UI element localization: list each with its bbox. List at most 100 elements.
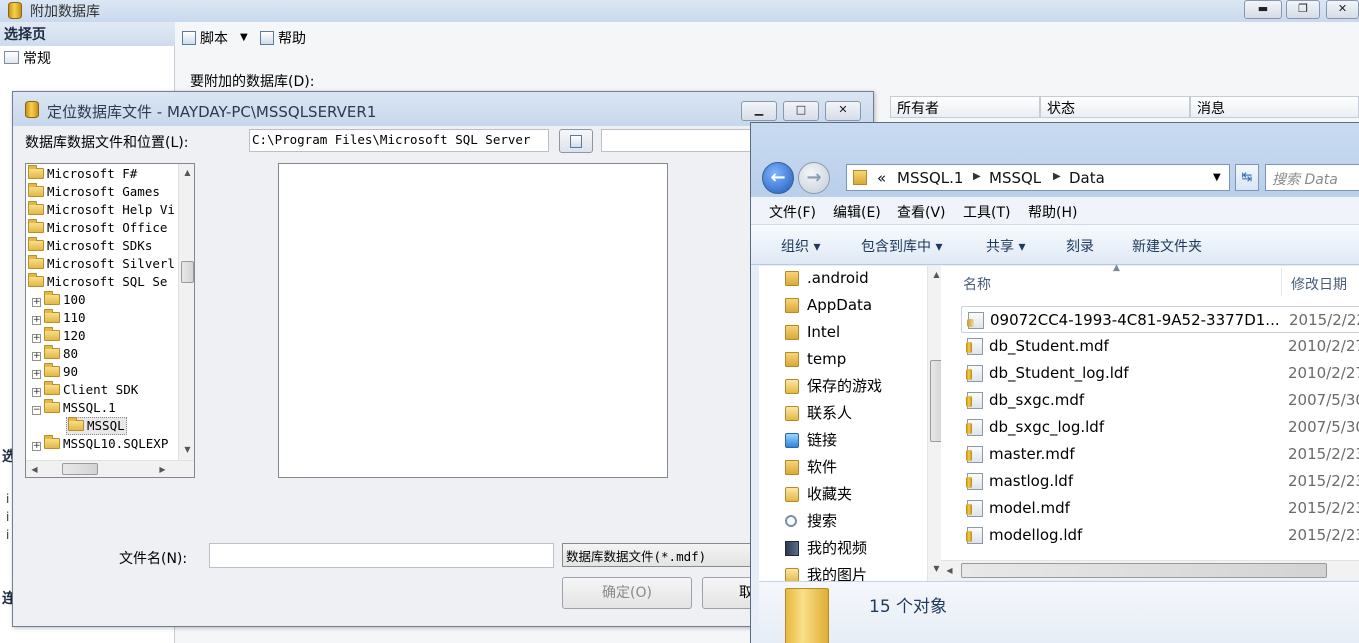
tree-item[interactable]: + Client SDK — [32, 381, 138, 399]
menu-file[interactable]: 文件(F) — [769, 202, 816, 222]
organize-button[interactable]: 组织 ▾ — [781, 236, 820, 256]
expand-icon[interactable]: + — [32, 352, 41, 361]
file-horizontal-scrollbar[interactable]: ◀ — [941, 560, 1359, 580]
tree-item[interactable]: +110 — [32, 309, 86, 327]
tree-item[interactable]: +100 — [32, 291, 86, 309]
file-row[interactable]: db_sxgc_log.ldf 2007/5/30 — [961, 414, 1359, 441]
refresh-icon[interactable]: ↹ — [1235, 164, 1259, 191]
include-in-library-button[interactable]: 包含到库中 ▾ — [861, 236, 942, 256]
file-row[interactable]: 09072CC4-1993-4C81-9A52-3377D1... 2015/2/… — [961, 306, 1359, 333]
close-button[interactable]: ✕ — [825, 101, 861, 121]
tree-item[interactable]: − MSSQL.1 — [32, 399, 116, 417]
share-button[interactable]: 共享 ▾ — [986, 236, 1025, 256]
script-dropdown-icon[interactable]: ▼ — [240, 32, 248, 43]
scroll-thumb[interactable] — [961, 563, 1327, 578]
tree-item[interactable]: Microsoft Help Vi — [28, 201, 175, 219]
file-row[interactable]: master.mdf 2015/2/23 — [961, 441, 1359, 468]
column-message[interactable]: 消息 — [1190, 96, 1359, 118]
file-row[interactable]: mastlog.ldf 2015/2/23 — [961, 468, 1359, 495]
filename-input[interactable] — [209, 543, 554, 568]
attach-title-bar[interactable]: 附加数据库 ▬ ❐ ✕ — [0, 0, 1359, 22]
tree-item[interactable]: +120 — [32, 327, 86, 345]
column-name[interactable]: 名称 — [963, 266, 991, 298]
column-date-modified[interactable]: 修改日期 — [1291, 266, 1347, 298]
file-row[interactable]: db_Student_log.ldf 2010/2/27 — [961, 360, 1359, 387]
location-path-field[interactable]: C:\Program Files\Microsoft SQL Server — [249, 129, 549, 152]
breadcrumb-separator-icon[interactable]: ▶ — [973, 171, 981, 182]
tree-item[interactable]: MSSQL — [66, 417, 127, 435]
scroll-up-icon[interactable]: ▲ — [179, 164, 194, 181]
menu-help[interactable]: 帮助(H) — [1028, 202, 1077, 222]
menu-tools[interactable]: 工具(T) — [963, 202, 1010, 222]
nav-item[interactable]: .android — [785, 265, 869, 292]
tree-item[interactable]: +80 — [32, 345, 78, 363]
address-dropdown-icon[interactable]: ▼ — [1213, 172, 1221, 183]
nav-item[interactable]: temp — [785, 346, 846, 373]
column-separator[interactable] — [1281, 268, 1282, 296]
minimize-button[interactable]: ▬ — [1244, 0, 1282, 19]
expand-icon[interactable]: + — [32, 370, 41, 379]
page-general[interactable]: 常规 — [4, 48, 51, 68]
nav-item[interactable]: Intel — [785, 319, 840, 346]
file-list[interactable]: ▲ 名称 修改日期 09072CC4-1993-4C81-9A52-3377D1… — [941, 263, 1359, 566]
tree-item[interactable]: Microsoft SDKs — [28, 237, 152, 255]
expand-icon[interactable]: + — [32, 388, 41, 397]
column-owner[interactable]: 所有者 — [890, 96, 1040, 118]
address-bar[interactable]: « MSSQL.1 ▶ MSSQL ▶ Data ▼ — [846, 164, 1230, 191]
file-list-box[interactable] — [278, 163, 668, 478]
scroll-thumb[interactable] — [62, 463, 98, 475]
tree-item[interactable]: Microsoft Office — [28, 219, 167, 237]
expand-icon[interactable]: + — [32, 298, 41, 307]
navigation-pane[interactable]: .android AppData Intel temp 保存的游戏 联系人 链接 软件 收藏夹搜… — [759, 265, 945, 584]
breadcrumb-separator-icon[interactable]: ▶ — [1053, 171, 1061, 182]
minimize-button[interactable]: ▁ — [741, 101, 777, 121]
close-button[interactable]: ✕ — [1326, 0, 1359, 19]
expand-icon[interactable]: + — [32, 334, 41, 343]
file-row[interactable]: db_sxgc.mdf 2007/5/30 — [961, 387, 1359, 414]
maximize-button[interactable]: ❐ — [1286, 0, 1320, 19]
nav-item[interactable]: 软件 — [785, 454, 837, 481]
breadcrumb-overflow[interactable]: « — [877, 169, 886, 187]
folder-tree[interactable]: Microsoft F# Microsoft Games Microsoft Hel… — [25, 163, 195, 478]
nav-item[interactable]: 搜索 — [785, 508, 837, 535]
file-row[interactable]: db_Student.mdf 2010/2/27 — [961, 333, 1359, 360]
nav-item[interactable]: AppData — [785, 292, 872, 319]
tree-horizontal-scrollbar[interactable]: ◀ ▶ — [26, 460, 194, 477]
back-arrow-icon[interactable]: ← — [762, 162, 794, 194]
collapse-icon[interactable]: − — [32, 406, 41, 415]
help-button[interactable]: 帮助 — [260, 28, 306, 48]
nav-item[interactable]: 我的视频 — [785, 535, 867, 562]
nav-item[interactable]: 联系人 — [785, 400, 852, 427]
expand-icon[interactable]: + — [32, 316, 41, 325]
ok-button[interactable]: 确定(O) — [562, 577, 692, 609]
script-button[interactable]: 脚本 — [182, 28, 228, 48]
tree-item[interactable]: +90 — [32, 363, 78, 381]
scroll-down-icon[interactable]: ▼ — [179, 441, 194, 458]
menu-view[interactable]: 查看(V) — [897, 202, 946, 222]
nav-item[interactable]: 链接 — [785, 427, 837, 454]
scroll-thumb[interactable] — [181, 261, 194, 283]
menu-edit[interactable]: 编辑(E) — [833, 202, 881, 222]
tree-item[interactable]: Microsoft Games — [28, 183, 160, 201]
scroll-left-icon[interactable]: ◀ — [941, 562, 958, 579]
tree-item[interactable]: + MSSQL10.SQLEXP — [32, 435, 168, 453]
tree-item[interactable]: Microsoft SQL Se — [28, 273, 167, 291]
scroll-left-icon[interactable]: ◀ — [26, 461, 43, 477]
breadcrumb-mssql1[interactable]: MSSQL.1 — [897, 169, 963, 187]
file-row[interactable]: modellog.ldf 2015/2/23 — [961, 522, 1359, 549]
locate-title-bar[interactable]: 定位数据库文件 - MAYDAY-PC\MSSQLSERVER1 ▁ □ ✕ — [13, 92, 873, 126]
browse-button[interactable] — [559, 129, 593, 153]
scroll-right-icon[interactable]: ▶ — [154, 461, 171, 477]
tree-item[interactable]: Microsoft F# — [28, 165, 137, 183]
maximize-button[interactable]: □ — [783, 101, 819, 121]
location-extra-field[interactable] — [601, 129, 761, 152]
search-input[interactable]: 搜索 Data — [1265, 164, 1359, 191]
nav-item[interactable]: 收藏夹 — [785, 481, 852, 508]
tree-vertical-scrollbar[interactable]: ▲ ▼ — [178, 164, 194, 460]
breadcrumb-data[interactable]: Data — [1069, 169, 1105, 187]
tree-item[interactable]: Microsoft Silverl — [28, 255, 175, 273]
breadcrumb-mssql[interactable]: MSSQL — [989, 169, 1041, 187]
nav-item[interactable]: 保存的游戏 — [785, 373, 882, 400]
forward-arrow-icon[interactable]: → — [798, 162, 830, 194]
column-status[interactable]: 状态 — [1040, 96, 1190, 118]
